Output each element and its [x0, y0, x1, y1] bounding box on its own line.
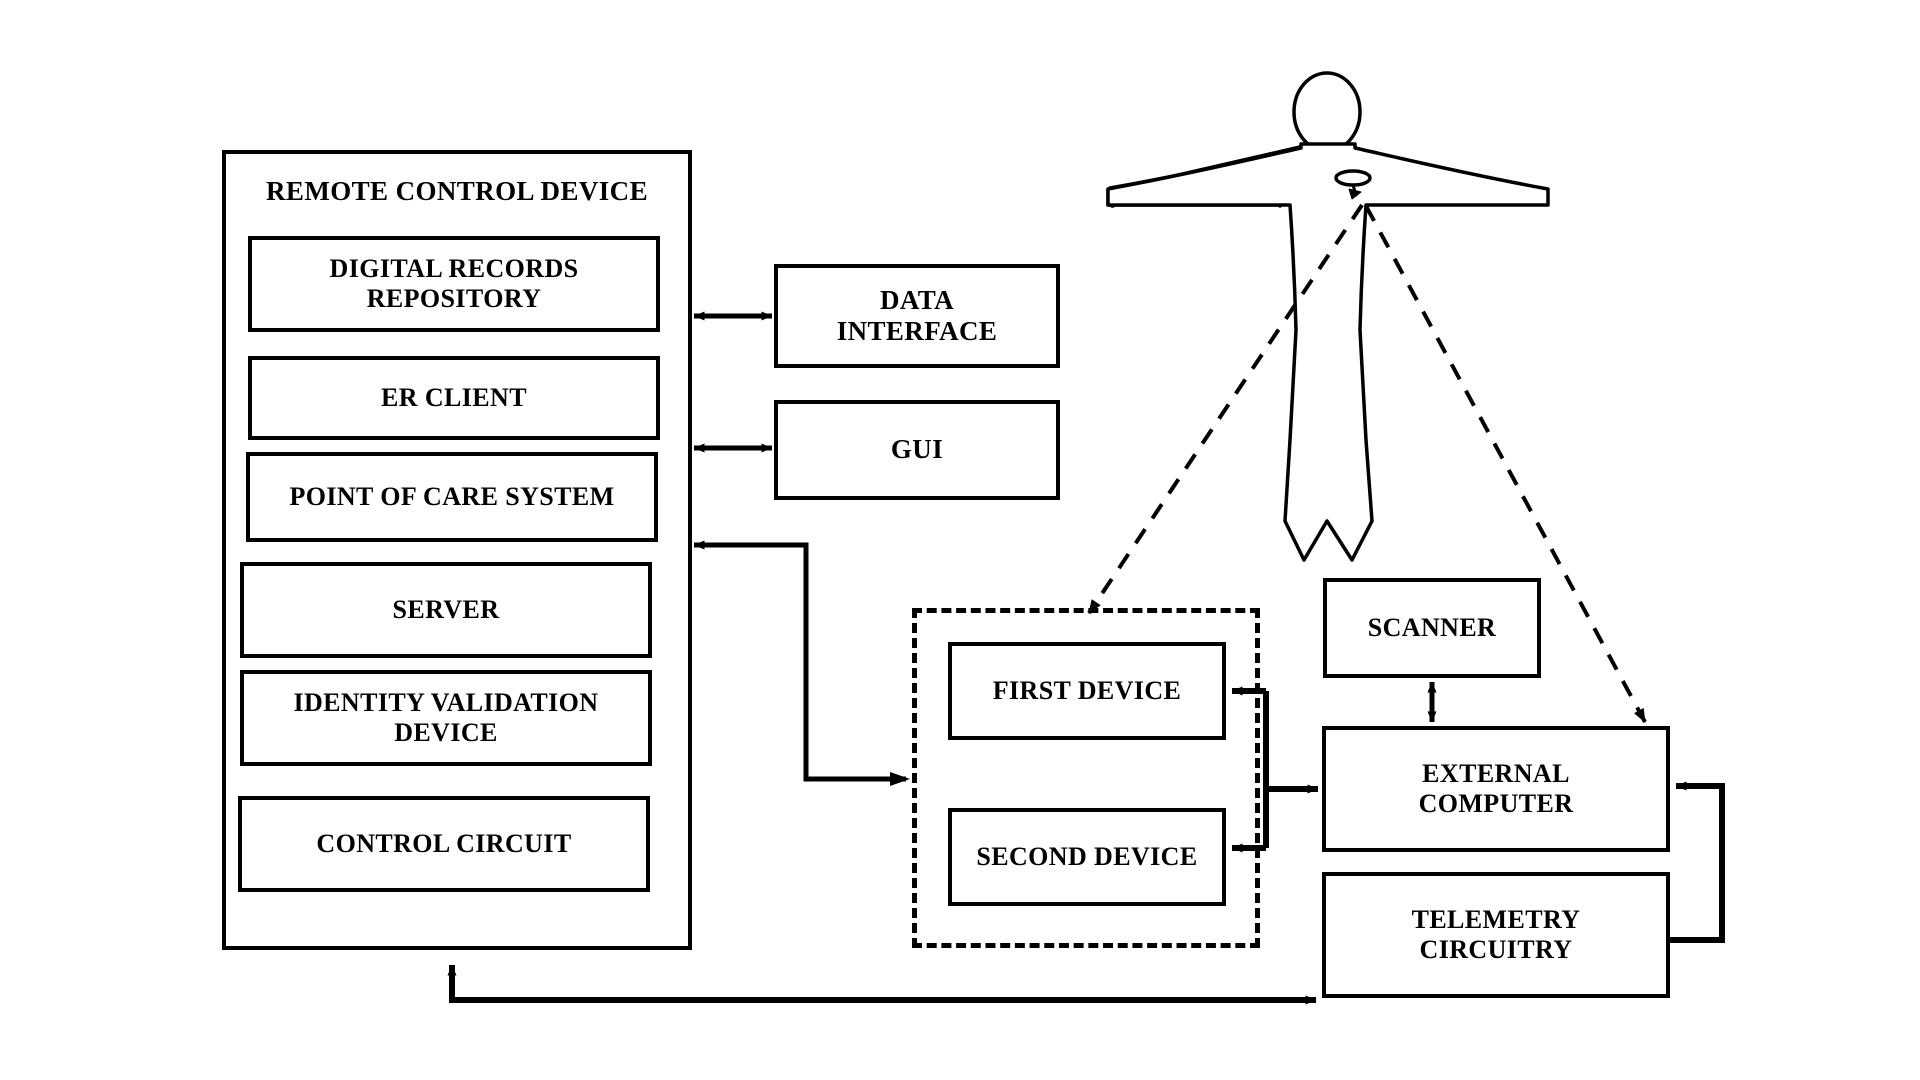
connector-telemetry-to-external-computer [1670, 781, 1725, 943]
patient-head [1292, 71, 1362, 153]
connector-rcd-to-implant-group [693, 540, 906, 782]
dashed-link-implant-to-external-computer [1364, 205, 1647, 723]
connector-implant-group-arrowhead [890, 772, 910, 786]
implanted-device-marker [1334, 169, 1372, 187]
diagram-canvas: REMOTE CONTROL DEVICE DIGITAL RECORDS RE… [0, 0, 1920, 1080]
connector-layer [447, 71, 1725, 1005]
connector-bottom-bus [447, 964, 1317, 1005]
patient-body-outline [1106, 142, 1550, 562]
